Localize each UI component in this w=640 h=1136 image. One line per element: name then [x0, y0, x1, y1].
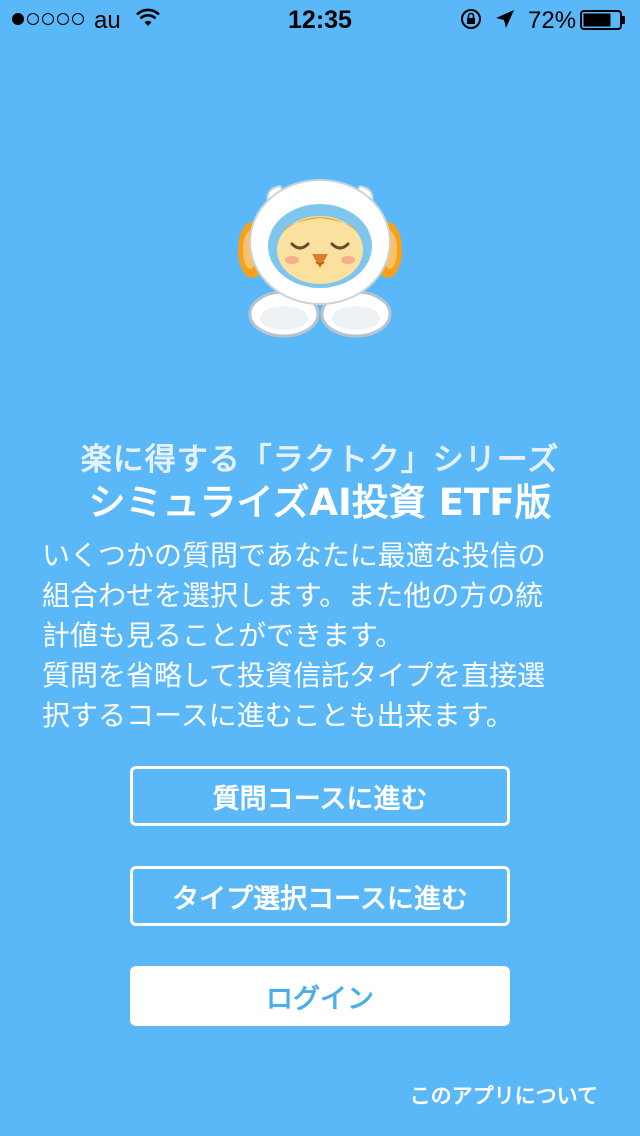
app-description: いくつかの質問であなたに最適な投信の 組合わせを選択します。また他の方の統 計値… [42, 539, 546, 732]
login-button[interactable]: ログイン [130, 966, 510, 1026]
question-course-button[interactable]: 質問コースに進む [130, 766, 510, 826]
type-select-course-button[interactable]: タイプ選択コースに進む [130, 866, 510, 926]
app-title: シミュライズAI投資 ETF版 [88, 481, 552, 524]
battery-percentage: 72% [528, 7, 577, 34]
rotation-lock-icon [461, 9, 481, 29]
about-app-link[interactable]: このアプリについて [410, 1080, 598, 1110]
battery-icon [580, 10, 625, 30]
status-bar: au 12:35 72% [0, 0, 640, 40]
owl-mascot-icon [238, 179, 402, 338]
location-arrow-icon [496, 10, 514, 28]
